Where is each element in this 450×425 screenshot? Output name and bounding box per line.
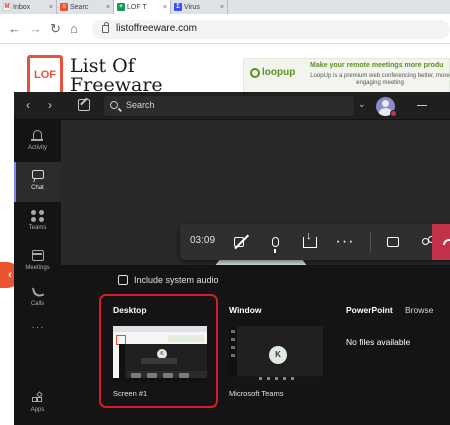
phone-icon	[31, 284, 44, 299]
rail-item-meetings[interactable]: Meetings	[14, 242, 61, 282]
more-options-icon: ···	[335, 233, 355, 250]
screen-caption: Screen #1	[113, 389, 148, 398]
site-logo[interactable]: LOF	[27, 55, 63, 95]
call-controls: 03:09 ···	[180, 224, 450, 260]
url-text: listoffreeware.com	[116, 23, 197, 34]
virustotal-icon: Σ	[174, 3, 182, 11]
include-audio-toggle[interactable]: Include system audio	[118, 275, 219, 285]
tab-title: Virus	[184, 3, 200, 11]
camera-button[interactable]	[224, 224, 258, 260]
teams-title-bar: ‹ › Search ⌄	[14, 92, 450, 120]
audio-checkbox[interactable]	[118, 275, 128, 285]
search-doc-icon: ≡	[60, 3, 68, 11]
rail-item-label: Chat	[31, 185, 44, 191]
share-tray-icon	[303, 231, 317, 248]
no-files-message: No files available	[346, 337, 411, 347]
tab-lof[interactable]: + LOF T ×	[114, 0, 171, 14]
hang-up-button[interactable]	[432, 224, 450, 260]
close-icon[interactable]: ×	[106, 4, 110, 11]
gmail-icon: M	[3, 3, 11, 11]
rail-item-apps[interactable]: Apps	[14, 384, 61, 424]
website-header: LOF List Of Freeware loopup Make your re…	[0, 45, 450, 95]
window-caption: Microsoft Teams	[229, 389, 284, 398]
calendar-icon	[31, 250, 44, 261]
address-bar[interactable]: listoffreeware.com	[92, 20, 450, 39]
rail-item-label: Meetings	[25, 265, 50, 271]
rail-item-teams[interactable]: Teams	[14, 202, 61, 242]
close-icon[interactable]: ×	[220, 4, 224, 11]
apps-icon	[31, 391, 44, 404]
back-icon[interactable]: ←	[8, 21, 21, 36]
search-placeholder: Search	[126, 100, 155, 110]
teams-icon	[30, 210, 45, 222]
window-section-title: Window	[229, 305, 262, 315]
forward-arrow-icon[interactable]: ›	[48, 98, 52, 112]
chat-button[interactable]	[376, 224, 410, 260]
status-badge	[390, 110, 397, 117]
minimize-icon[interactable]	[417, 105, 427, 106]
rail-item-chat[interactable]: Chat	[14, 162, 61, 202]
tab-title: LOF T	[127, 3, 147, 11]
rail-item-label: Teams	[28, 225, 47, 231]
call-timer: 03:09	[190, 235, 216, 246]
teams-window: ‹ › Search ⌄ Activity Chat Teams Meeting…	[14, 92, 450, 425]
rail-item-calls[interactable]: Calls	[14, 278, 61, 318]
search-icon	[110, 101, 118, 109]
share-button[interactable]	[293, 224, 327, 260]
rail-item-label: Activity	[27, 145, 47, 151]
rail-item-more[interactable]: ···	[14, 314, 61, 338]
reload-icon[interactable]: ↻	[50, 21, 61, 37]
bell-icon	[30, 130, 43, 141]
sheets-icon: +	[117, 3, 125, 11]
chat-icon	[31, 170, 44, 179]
mic-button[interactable]	[258, 224, 292, 260]
chevron-down-icon[interactable]: ⌄	[358, 99, 366, 110]
close-icon[interactable]: ×	[49, 4, 53, 11]
forward-icon[interactable]: →	[29, 21, 42, 36]
microphone-icon	[271, 237, 279, 253]
rail-item-activity[interactable]: Activity	[14, 122, 61, 162]
ad-banner[interactable]: loopup Make your remote meetings more pr…	[243, 58, 450, 94]
more-icon: ···	[31, 322, 45, 333]
browser-toolbar: ← → ↻ ⌂ listoffreeware.com	[0, 14, 450, 44]
tab-search[interactable]: ≡ Searc ×	[57, 0, 114, 14]
desktop-share-thumbnail[interactable]: K	[113, 326, 207, 382]
tab-virus[interactable]: Σ Virus ×	[171, 0, 228, 14]
meeting-stage: 03:09 ···	[61, 120, 450, 301]
ad-text: LoopUp is a premium web conferencing bet…	[310, 73, 450, 86]
browser-tab-strip: M Inbox × ≡ Searc × + LOF T × Σ Virus ×	[0, 0, 450, 14]
camera-off-icon	[233, 237, 249, 247]
loopup-icon	[250, 67, 260, 78]
ad-headline: Make your remote meetings more produ	[310, 62, 444, 69]
browse-button[interactable]: Browse	[405, 305, 433, 315]
site-name[interactable]: List Of Freeware	[70, 57, 163, 95]
tab-title: Inbox	[13, 3, 31, 11]
hang-up-icon	[442, 239, 450, 245]
window-share-thumbnail[interactable]: K	[229, 326, 323, 382]
share-tray: Include system audio Desktop Window Powe…	[61, 265, 450, 425]
rail-item-label: Apps	[30, 407, 45, 413]
tab-title: Searc	[70, 3, 89, 11]
back-arrow-icon[interactable]: ‹	[26, 98, 30, 112]
home-icon[interactable]: ⌂	[70, 21, 78, 36]
participant-avatar-k: K	[269, 346, 287, 364]
more-actions-button[interactable]: ···	[328, 224, 362, 260]
powerpoint-section-title: PowerPoint	[346, 305, 393, 315]
app-rail: Activity Chat Teams Meetings Calls ··· A…	[14, 120, 61, 425]
include-audio-label: Include system audio	[134, 275, 219, 285]
divider	[370, 232, 371, 252]
search-input[interactable]: Search	[104, 96, 354, 116]
close-icon[interactable]: ×	[163, 4, 167, 11]
lock-icon	[102, 22, 109, 33]
site-logo-text: LOF	[34, 69, 56, 81]
compose-icon[interactable]	[78, 99, 90, 111]
tab-inbox[interactable]: M Inbox ×	[0, 0, 57, 14]
chat-icon	[387, 237, 399, 247]
ad-logo: loopup	[250, 67, 295, 78]
rail-item-label: Calls	[30, 301, 45, 307]
